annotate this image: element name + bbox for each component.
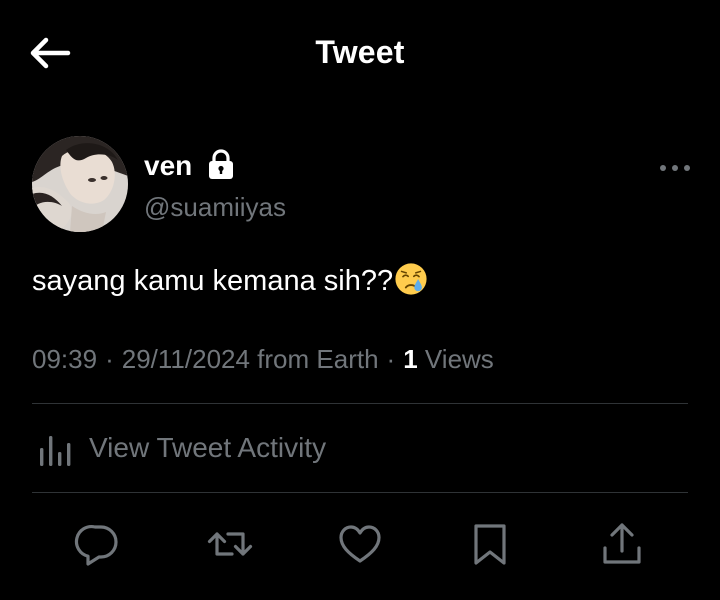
top-bar: Tweet — [0, 0, 720, 108]
meta-separator: · — [386, 344, 396, 374]
page-title: Tweet — [315, 34, 405, 70]
crying-face-emoji — [395, 263, 427, 295]
views-count: 1 — [403, 344, 418, 374]
tweet-text: sayang kamu kemana sih?? — [32, 262, 428, 298]
retweet-button[interactable] — [206, 520, 254, 568]
views-label: Views — [424, 344, 494, 374]
tweet-actions — [0, 508, 720, 580]
tweet-date-source[interactable]: 29/11/2024 from Earth — [122, 344, 379, 374]
tweet-meta: 09:39 · 29/11/2024 from Earth · 1 Views — [32, 344, 494, 375]
bookmark-button[interactable] — [466, 520, 514, 568]
more-horizontal-icon[interactable] — [658, 158, 692, 178]
bar-chart-icon — [40, 436, 71, 466]
bookmark-icon — [474, 524, 506, 565]
heart-icon — [339, 525, 381, 563]
share-icon — [603, 523, 641, 564]
tweet-time[interactable]: 09:39 — [32, 344, 97, 374]
lock-icon — [209, 149, 233, 179]
avatar[interactable] — [32, 136, 128, 232]
avatar-image — [32, 136, 128, 232]
reply-button[interactable] — [74, 520, 122, 568]
like-button[interactable] — [336, 520, 384, 568]
view-tweet-activity-button[interactable]: View Tweet Activity — [32, 404, 688, 492]
tweet-text-content: sayang kamu kemana sih?? — [32, 265, 394, 297]
meta-separator: · — [105, 344, 114, 374]
tweet-author: ven @suamiiyas — [32, 136, 692, 232]
divider — [32, 492, 688, 493]
reply-icon — [74, 524, 118, 566]
retweet-icon — [207, 532, 253, 556]
display-name[interactable]: ven — [144, 150, 192, 182]
view-tweet-activity-label: View Tweet Activity — [89, 432, 327, 463]
user-handle[interactable]: @suamiiyas — [144, 192, 286, 223]
share-button[interactable] — [598, 520, 646, 568]
